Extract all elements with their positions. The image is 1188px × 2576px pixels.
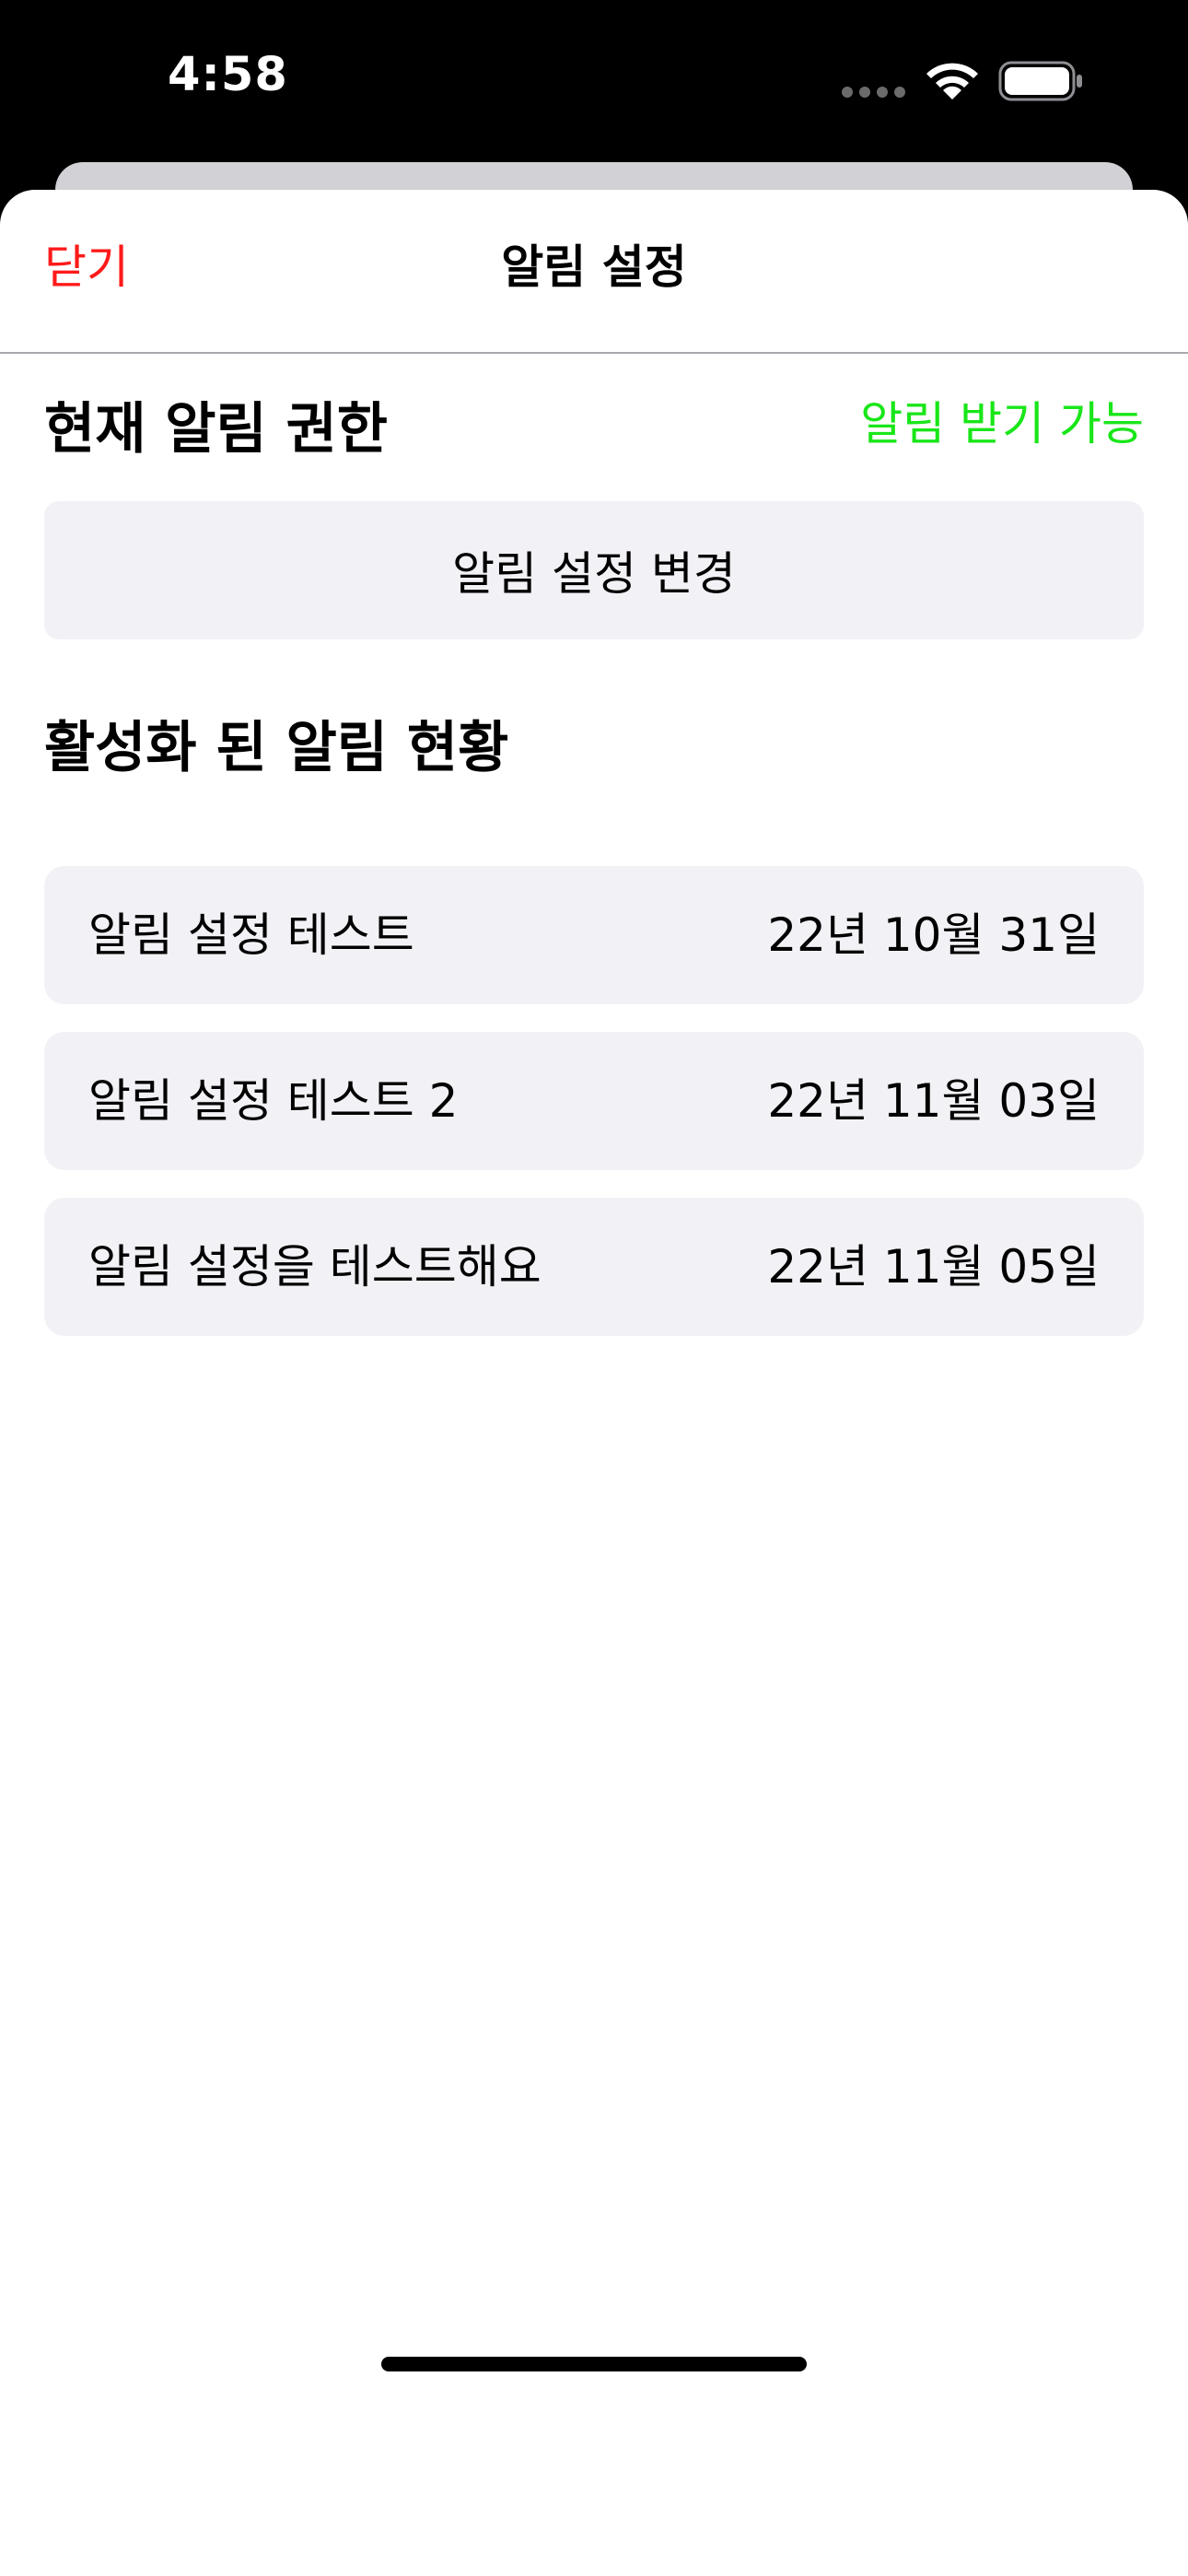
wifi-icon [926,63,978,100]
permission-section-header: 현재 알림 권한 [44,397,388,462]
alarm-date: 22년 11월 03일 [767,1074,1100,1128]
permission-status-label: 알림 받기 가능 [860,397,1144,451]
active-alarms-list: 알림 설정 테스트 22년 10월 31일 알림 설정 테스트 2 22년 11… [44,866,1144,1364]
status-time: 4:58 [168,48,288,102]
navigation-bar: 닫기 알림 설정 [0,190,1188,354]
battery-icon [998,61,1082,101]
change-notification-settings-button[interactable]: 알림 설정 변경 [44,501,1144,639]
active-alarms-section-header: 활성화 된 알림 현황 [44,716,509,780]
alarm-list-item[interactable]: 알림 설정을 테스트해요 22년 11월 05일 [44,1198,1144,1336]
alarm-list-item[interactable]: 알림 설정 테스트 22년 10월 31일 [44,866,1144,1004]
home-indicator[interactable] [381,2357,807,2371]
alarm-title: 알림 설정 테스트 [88,908,414,962]
notification-settings-sheet: 닫기 알림 설정 현재 알림 권한 알림 받기 가능 알림 설정 변경 활성화 … [0,190,1188,2576]
alarm-title: 알림 설정 테스트 2 [88,1074,459,1128]
cellular-signal-icon [842,87,905,98]
alarm-date: 22년 11월 05일 [767,1240,1100,1294]
alarm-list-item[interactable]: 알림 설정 테스트 2 22년 11월 03일 [44,1032,1144,1170]
alarm-date: 22년 10월 31일 [767,908,1100,962]
page-title: 알림 설정 [501,240,687,294]
alarm-title: 알림 설정을 테스트해요 [88,1240,542,1294]
status-bar: 4:58 [0,0,1188,166]
